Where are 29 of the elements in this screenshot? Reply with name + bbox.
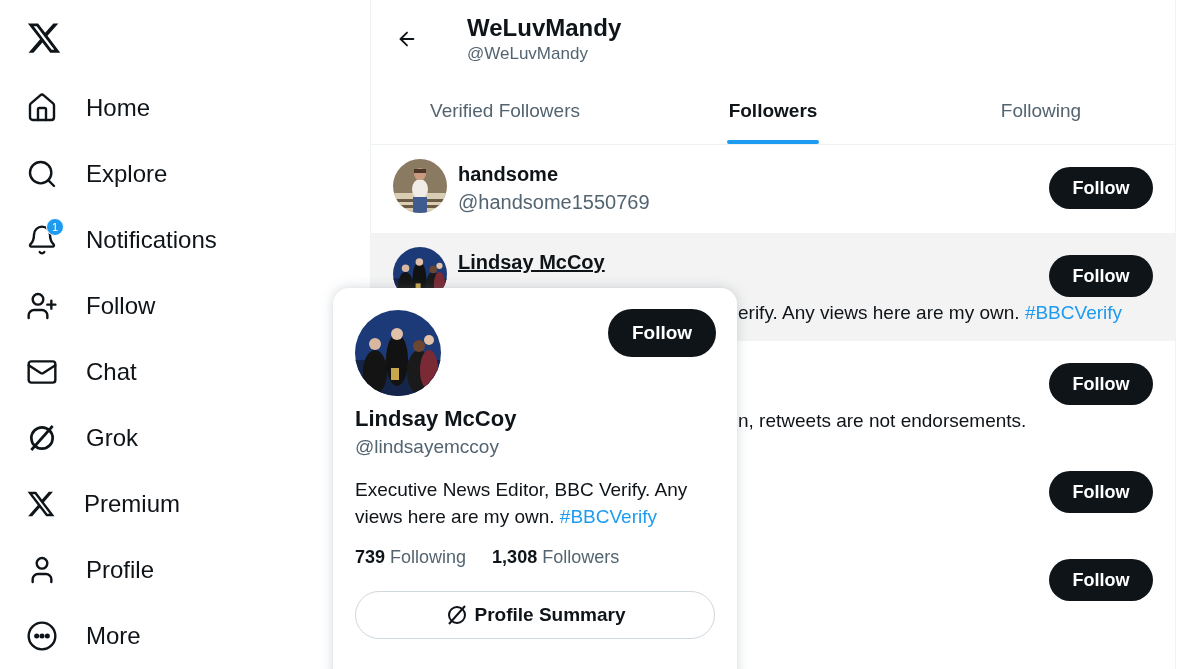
sidebar-item[interactable]: 1 Notifications: [26, 207, 217, 274]
follower-bio: n, retweets are not endorsements.: [738, 409, 1028, 433]
sidebar-item[interactable]: Profile: [26, 537, 155, 604]
profile-title: WeLuvMandy: [467, 13, 622, 43]
tab[interactable]: Following: [907, 78, 1175, 144]
sidebar-item[interactable]: Grok: [26, 405, 138, 472]
follower-name[interactable]: Lindsay McCoy: [458, 249, 605, 275]
follow-button[interactable]: Follow: [1049, 471, 1153, 513]
sidebar-item[interactable]: Premium: [26, 471, 180, 538]
sidebar-item[interactable]: Chat: [26, 339, 137, 406]
follower-handle: @handsome1550769: [458, 190, 650, 215]
follow-button[interactable]: Follow: [1049, 255, 1153, 297]
profile-handle: @WeLuvMandy: [467, 43, 589, 65]
sidebar-item[interactable]: More: [26, 603, 141, 669]
sidebar-item[interactable]: Home: [26, 75, 151, 142]
follow-button[interactable]: Follow: [1049, 559, 1153, 601]
more-icon: [26, 620, 58, 653]
stat-link[interactable]: 1,308 Followers: [492, 544, 620, 571]
notification-badge: 1: [46, 218, 64, 237]
tab[interactable]: Verified Followers: [371, 78, 639, 144]
bell-icon: [26, 224, 58, 257]
sidebar-item[interactable]: Follow: [26, 273, 156, 340]
sidebar-item[interactable]: Explore: [26, 141, 168, 208]
follow-button[interactable]: Follow: [1049, 167, 1153, 209]
follow-button[interactable]: Follow: [1049, 363, 1153, 405]
follower-name[interactable]: handsome: [458, 161, 650, 187]
follow-button[interactable]: Follow: [608, 309, 716, 357]
tab[interactable]: Followers: [639, 78, 907, 144]
follower-bio: erify. Any views here are my own. #BBCVerify: [738, 301, 1124, 325]
